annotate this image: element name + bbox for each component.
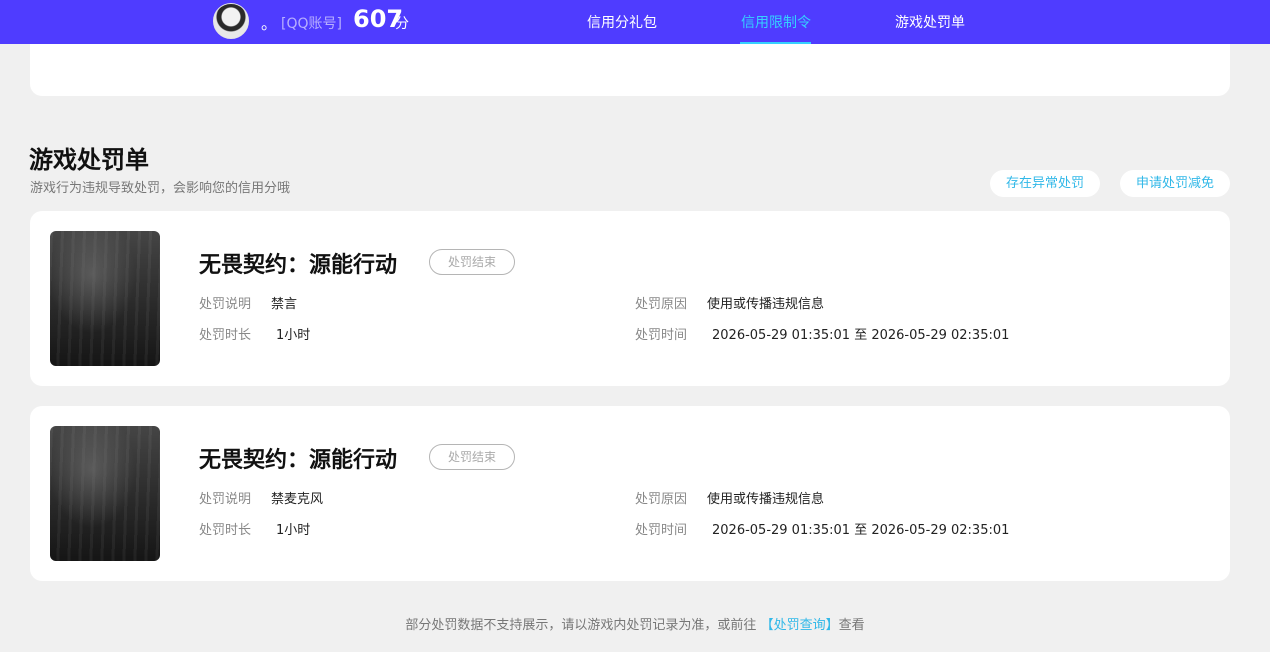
penalty-reason-value: 使用或传播违规信息 [707,492,825,507]
penalty-desc-label: 处罚说明 [199,492,252,507]
penalty-time-value: 2026-05-29 01:35:01 至 2026-05-29 02:35:0… [712,328,1010,343]
nav-credit-gift[interactable]: 信用分礼包 [587,12,657,32]
status-badge: 处罚结束 [429,444,515,470]
game-thumbnail [50,231,160,366]
penalty-card: 无畏契约：源能行动 处罚结束 处罚说明 禁言 处罚原因 使用或传播违规信息 处罚… [30,211,1230,386]
nav-credit-restriction[interactable]: 信用限制令 [741,12,811,32]
status-badge: 处罚结束 [429,249,515,275]
penalty-query-link[interactable]: 【处罚查询】 [761,618,839,633]
penalty-desc-label: 处罚说明 [199,297,252,312]
penalty-desc-value: 禁麦克风 [271,492,324,507]
penalty-duration-value: 1小时 [276,328,311,343]
user-avatar[interactable] [213,3,249,39]
penalty-reason-value: 使用或传播违规信息 [707,297,825,312]
nickname: 。 [261,14,278,33]
active-nav-indicator [740,42,811,44]
abnormal-penalty-button[interactable]: 存在异常处罚 [990,170,1100,197]
game-thumbnail [50,426,160,561]
penalty-desc-value: 禁言 [271,297,298,312]
top-navigation-bar: 。 [QQ账号] 607 分 信用分礼包 信用限制令 游戏处罚单 [0,0,1270,44]
section-title: 游戏处罚单 [29,146,149,174]
credit-score-unit: 分 [395,16,409,32]
penalty-duration-value: 1小时 [276,523,311,538]
nav-game-penalty[interactable]: 游戏处罚单 [895,12,965,32]
penalty-duration-label: 处罚时长 [199,523,252,538]
penalty-reason-label: 处罚原因 [635,492,688,507]
penalty-time-value: 2026-05-29 01:35:01 至 2026-05-29 02:35:0… [712,523,1010,538]
penalty-duration-label: 处罚时长 [199,328,252,343]
game-title: 无畏契约：源能行动 [199,448,398,473]
account-type-label: [QQ账号] [281,16,342,32]
footer-note: 部分处罚数据不支持展示，请以游戏内处罚记录为准，或前往 【处罚查询】查看 [0,614,1270,633]
penalty-reason-label: 处罚原因 [635,297,688,312]
game-title: 无畏契约：源能行动 [199,253,398,278]
penalty-time-label: 处罚时间 [635,328,688,343]
apply-reduction-button[interactable]: 申请处罚减免 [1120,170,1230,197]
penalty-card: 无畏契约：源能行动 处罚结束 处罚说明 禁麦克风 处罚原因 使用或传播违规信息 … [30,406,1230,581]
footer-suffix: 查看 [838,618,865,633]
section-subtitle: 游戏行为违规导致处罚，会影响您的信用分哦 [30,181,291,196]
penalty-time-label: 处罚时间 [635,523,688,538]
footer-text: 部分处罚数据不支持展示，请以游戏内处罚记录为准，或前往 [405,618,757,633]
